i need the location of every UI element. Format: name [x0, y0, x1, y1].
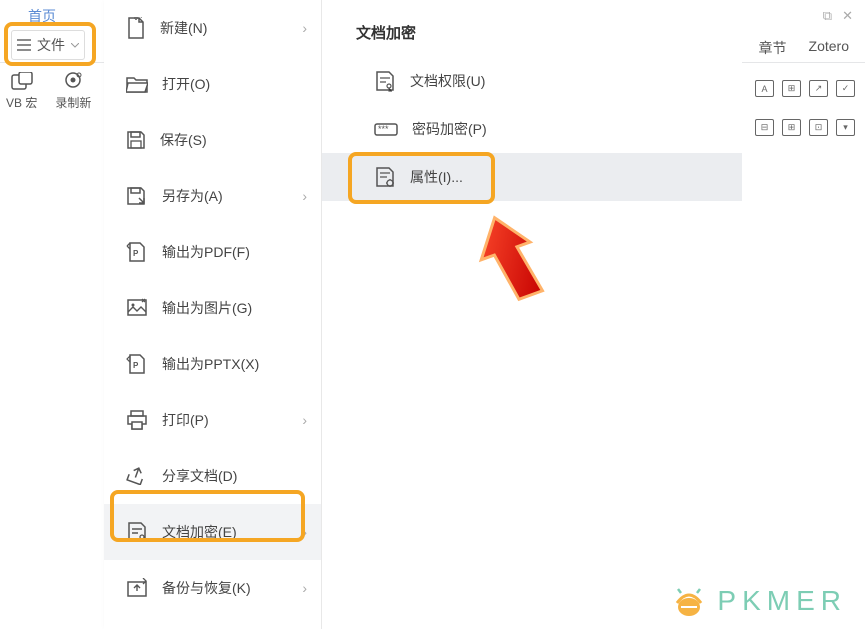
encrypt-icon — [126, 521, 148, 543]
tb-record-label: 录制新 — [55, 94, 91, 111]
ribbon-icon-h[interactable]: ▾ — [836, 119, 855, 136]
pptx-icon: P — [126, 353, 148, 375]
ribbon-icons-row2: ⊟ ⊞ ⊡ ▾ — [743, 97, 861, 136]
encrypt-submenu-panel: 文档加密 文档权限(U) *** 密码加密(P) 属性(I)... — [322, 0, 742, 629]
toolbar-left: VB 宏 录制新 — [6, 72, 91, 111]
window-close-icon[interactable]: ✕ — [842, 8, 853, 24]
submenu-password[interactable]: *** 密码加密(P) — [322, 105, 742, 153]
menu-image[interactable]: 输出为图片(G) — [104, 280, 321, 336]
menu-saveas-label: 另存为(A) — [162, 186, 223, 206]
ribbon-icon-d[interactable]: ✓ — [836, 80, 855, 97]
submenu-perm-label: 文档权限(U) — [410, 71, 485, 91]
record-icon — [62, 72, 84, 92]
hamburger-icon — [17, 39, 31, 51]
svg-text:***: *** — [378, 124, 389, 134]
submenu-pwd-label: 密码加密(P) — [412, 119, 487, 139]
print-icon — [126, 410, 148, 430]
ribbon-icon-a[interactable]: A — [755, 80, 774, 97]
menu-save[interactable]: 保存(S) — [104, 112, 321, 168]
svg-text:+: + — [138, 17, 144, 22]
red-arrow-annotation — [475, 210, 545, 310]
menu-share-label: 分享文档(D) — [162, 466, 237, 486]
submenu-properties[interactable]: 属性(I)... — [322, 153, 742, 201]
file-menu-panel: + 新建(N) 打开(O) 保存(S) 另存为(A) P 输出为PDF(F) 输… — [104, 0, 322, 629]
open-icon — [126, 75, 148, 93]
pdf-icon: P — [126, 241, 148, 263]
menu-backup[interactable]: 备份与恢复(K) — [104, 560, 321, 616]
menu-backup-label: 备份与恢复(K) — [162, 578, 251, 598]
image-icon — [126, 298, 148, 318]
properties-icon — [374, 166, 396, 188]
menu-save-label: 保存(S) — [160, 130, 207, 150]
menu-open-label: 打开(O) — [162, 74, 210, 94]
saveas-icon — [126, 186, 148, 206]
menu-open[interactable]: 打开(O) — [104, 56, 321, 112]
watermark-text: PKMER — [717, 585, 847, 617]
menu-encrypt[interactable]: 文档加密(E) — [104, 504, 321, 560]
submenu-permissions[interactable]: 文档权限(U) — [322, 57, 742, 105]
ribbon-icons-row1: A ⊞ ↗ ✓ — [743, 58, 861, 97]
tb-record[interactable]: 录制新 — [55, 72, 91, 111]
menu-share[interactable]: 分享文档(D) — [104, 448, 321, 504]
menu-pptx-label: 输出为PPTX(X) — [162, 354, 259, 374]
menu-print-label: 打印(P) — [162, 410, 209, 430]
menu-new[interactable]: + 新建(N) — [104, 0, 321, 56]
ribbon-icon-b[interactable]: ⊞ — [782, 80, 801, 97]
vb-icon — [11, 72, 33, 92]
menu-image-label: 输出为图片(G) — [162, 298, 252, 318]
ribbon-icon-f[interactable]: ⊞ — [782, 119, 801, 136]
password-icon: *** — [374, 120, 398, 138]
watermark-logo-icon — [671, 583, 707, 619]
menu-saveas[interactable]: 另存为(A) — [104, 168, 321, 224]
chevron-down-icon — [71, 43, 79, 48]
menu-encrypt-label: 文档加密(E) — [162, 522, 237, 542]
submenu-title: 文档加密 — [322, 0, 742, 57]
right-area: ⧉ ✕ 章节 Zotero A ⊞ ↗ ✓ ⊟ ⊞ ⊡ ▾ — [743, 0, 861, 136]
tab-chapter[interactable]: 章节 — [759, 38, 787, 58]
backup-icon — [126, 578, 148, 598]
menu-pdf[interactable]: P 输出为PDF(F) — [104, 224, 321, 280]
tb-vb-label: VB 宏 — [6, 94, 37, 111]
watermark: PKMER — [671, 583, 847, 619]
tab-home[interactable]: 首页 — [28, 6, 56, 26]
save-icon — [126, 130, 146, 150]
doc-perm-icon — [374, 70, 396, 92]
menu-pdf-label: 输出为PDF(F) — [162, 242, 250, 262]
ribbon-icon-c[interactable]: ↗ — [809, 80, 828, 97]
tab-zotero[interactable]: Zotero — [809, 38, 849, 58]
submenu-prop-label: 属性(I)... — [410, 167, 463, 187]
menu-pptx[interactable]: P 输出为PPTX(X) — [104, 336, 321, 392]
file-menu-button[interactable]: 文件 — [11, 30, 85, 60]
file-button-label: 文件 — [37, 35, 65, 55]
window-restore-icon[interactable]: ⧉ — [823, 8, 832, 24]
new-doc-icon: + — [126, 17, 146, 39]
menu-new-label: 新建(N) — [160, 18, 207, 38]
ribbon-icon-e[interactable]: ⊟ — [755, 119, 774, 136]
share-icon — [126, 467, 148, 485]
ribbon-icon-g[interactable]: ⊡ — [809, 119, 828, 136]
svg-text:P: P — [133, 361, 139, 370]
svg-text:P: P — [133, 249, 139, 258]
tb-vb[interactable]: VB 宏 — [6, 72, 37, 111]
menu-print[interactable]: 打印(P) — [104, 392, 321, 448]
